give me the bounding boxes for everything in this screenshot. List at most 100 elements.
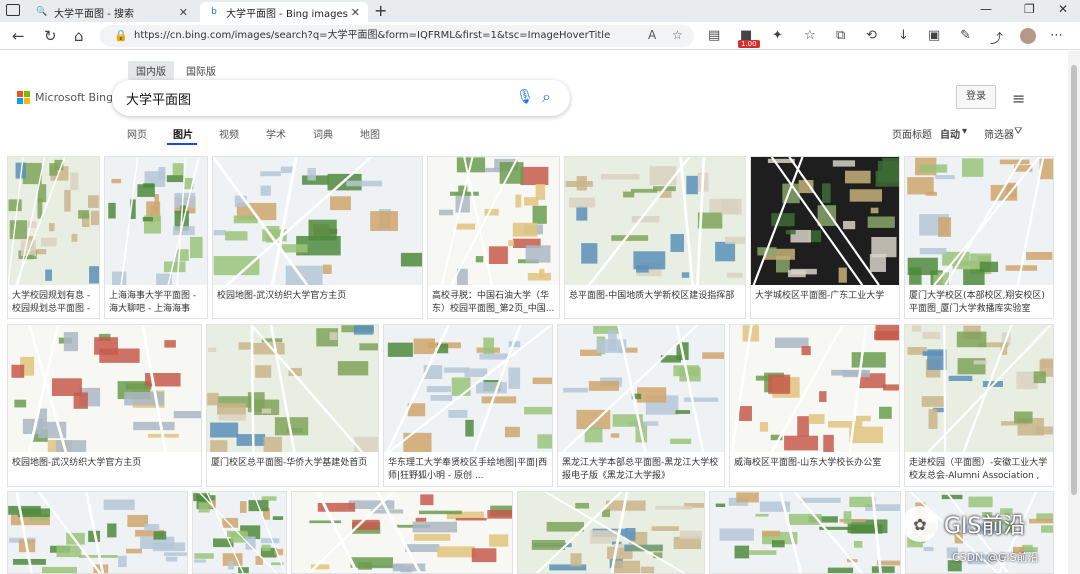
result-card[interactable]: 大学城校区平面图-广东工业大学 bbox=[750, 156, 900, 319]
tab-videos[interactable]: 视频 bbox=[219, 126, 239, 141]
new-tab-icon[interactable]: + bbox=[374, 1, 387, 20]
tab-maps[interactable]: 地图 bbox=[360, 126, 380, 141]
campus-map-thumbnail bbox=[292, 492, 512, 573]
chevron-down-icon[interactable]: ▾ bbox=[962, 126, 967, 137]
result-caption[interactable]: 总平面图-中国地质大学新校区建设指挥部 bbox=[569, 290, 741, 316]
result-thumbnail[interactable] bbox=[105, 157, 207, 285]
result-thumbnail[interactable] bbox=[710, 492, 900, 573]
tab-images[interactable]: 图片 bbox=[173, 126, 193, 141]
result-caption[interactable]: 校园地图-武汉纺织大学官方主页 bbox=[217, 290, 418, 316]
close-window-icon[interactable]: ✕ bbox=[1058, 2, 1068, 16]
avatar[interactable] bbox=[1020, 28, 1036, 44]
campus-map-thumbnail bbox=[558, 325, 724, 452]
search-input[interactable]: 大学平面图 bbox=[126, 89, 191, 108]
favorite-star-icon[interactable]: ☆ bbox=[672, 28, 683, 42]
result-thumbnail[interactable] bbox=[207, 325, 378, 452]
result-thumbnail[interactable] bbox=[8, 157, 99, 285]
result-card[interactable]: 上海海事大学平面图 - 海大聊吧 - 上海海事大... bbox=[104, 156, 208, 319]
result-caption[interactable]: 大学校园规划有息 - 校园规划总平面图 - ... bbox=[12, 290, 95, 316]
result-card[interactable]: 厦门校区总平面图-华侨大学基建处首页 bbox=[206, 324, 379, 487]
result-thumbnail[interactable] bbox=[751, 157, 899, 285]
result-caption[interactable]: 上海海事大学平面图 - 海大聊吧 - 上海海事大... bbox=[109, 290, 203, 316]
result-card[interactable]: 高校寻脱：中国石油大学（华东）校园平面图_第2页_中国... bbox=[427, 156, 560, 319]
more-icon[interactable]: ⋯ bbox=[1050, 28, 1063, 43]
result-thumbnail[interactable] bbox=[558, 325, 724, 452]
page-title-dropdown[interactable]: 自动 bbox=[940, 126, 960, 141]
tab-web[interactable]: 网页 bbox=[127, 126, 147, 141]
result-thumbnail[interactable] bbox=[213, 157, 422, 285]
search-icon: 🔍 bbox=[36, 7, 48, 17]
result-caption[interactable]: 黑龙江大学本部总平面图-黑龙江大学校报电子版《黑龙江大学报》 bbox=[562, 457, 720, 483]
favorites-icon[interactable]: ☆ bbox=[804, 28, 816, 43]
lock-icon[interactable]: 🔒 bbox=[114, 29, 128, 42]
result-caption[interactable]: 走进校园（平面图）-安徽工业大学校友总会-Alumni Association … bbox=[909, 457, 1049, 483]
result-thumbnail[interactable] bbox=[8, 325, 201, 452]
result-caption[interactable]: 厦门校区总平面图-华侨大学基建处首页 bbox=[211, 457, 374, 483]
browser-tab-bing-images[interactable]: b 大学平面图 - Bing images ✕ bbox=[200, 2, 368, 22]
result-thumbnail[interactable] bbox=[428, 157, 559, 285]
scrollbar-thumb[interactable] bbox=[1071, 65, 1077, 495]
home-icon[interactable]: ⌂ bbox=[74, 27, 84, 45]
result-thumbnail[interactable] bbox=[193, 492, 286, 573]
region-tab-cn[interactable]: 国内版 bbox=[128, 61, 174, 80]
minimize-icon[interactable]: — bbox=[980, 2, 992, 16]
result-card[interactable] bbox=[7, 491, 188, 574]
close-icon[interactable]: ✕ bbox=[179, 6, 188, 19]
result-thumbnail[interactable] bbox=[8, 492, 187, 573]
back-icon[interactable]: ← bbox=[12, 27, 25, 45]
result-thumbnail[interactable] bbox=[905, 325, 1053, 452]
result-thumbnail[interactable] bbox=[730, 325, 899, 452]
result-card[interactable]: 总平面图-中国地质大学新校区建设指挥部 bbox=[564, 156, 746, 319]
apps-icon[interactable]: ▣ bbox=[928, 28, 940, 43]
result-card[interactable] bbox=[192, 491, 287, 574]
result-caption[interactable]: 大学城校区平面图-广东工业大学 bbox=[755, 290, 895, 316]
result-card[interactable]: 黑龙江大学本部总平面图-黑龙江大学校报电子版《黑龙江大学报》 bbox=[557, 324, 725, 487]
split-screen-icon[interactable]: ▤ bbox=[708, 28, 720, 43]
result-caption[interactable]: 华东理工大学奉贤校区手绘地图|平面|西师|狂野狐小明 - 原创 ... bbox=[388, 457, 548, 483]
result-caption[interactable]: 厦门大学校区(本部校区,翔安校区)平面图_厦门大学救播库实验室 bbox=[909, 290, 1049, 316]
maximize-icon[interactable]: ❐ bbox=[1024, 2, 1035, 16]
result-thumbnail[interactable] bbox=[292, 492, 512, 573]
result-card[interactable] bbox=[517, 491, 705, 574]
result-card[interactable]: 校园地图-武汉纺织大学官方主页 bbox=[7, 324, 202, 487]
result-caption[interactable]: 校园地图-武汉纺织大学官方主页 bbox=[12, 457, 197, 483]
search-box[interactable]: 大学平面图 🎙 ⌕ bbox=[112, 80, 570, 116]
refresh-icon[interactable]: ↻ bbox=[44, 27, 57, 45]
search-icon[interactable]: ⌕ bbox=[542, 87, 551, 107]
result-card[interactable]: 校园地图-武汉纺织大学官方主页 bbox=[212, 156, 423, 319]
login-button[interactable]: 登录 bbox=[956, 85, 996, 109]
result-thumbnail[interactable] bbox=[384, 325, 552, 452]
result-card[interactable]: 威海校区平面图-山东大学校长办公室 bbox=[729, 324, 900, 487]
tab-academic[interactable]: 学术 bbox=[266, 126, 286, 141]
bing-logo[interactable]: Microsoft Bing bbox=[17, 91, 113, 104]
result-thumbnail[interactable] bbox=[518, 492, 704, 573]
microphone-icon[interactable]: 🎙 bbox=[516, 89, 534, 105]
result-card[interactable] bbox=[291, 491, 513, 574]
scrollbar[interactable] bbox=[1068, 51, 1080, 574]
share-icon[interactable]: ⤴ bbox=[990, 28, 1003, 47]
region-tab-intl[interactable]: 国际版 bbox=[178, 61, 224, 80]
tab-actions-icon[interactable] bbox=[6, 4, 20, 16]
collections-icon[interactable]: ⧉ bbox=[836, 28, 845, 43]
result-card[interactable] bbox=[709, 491, 901, 574]
hamburger-menu-icon[interactable]: ≡ bbox=[1012, 89, 1025, 108]
browser-tab-search[interactable]: 🔍 大学平面图 - 搜索 ✕ bbox=[28, 2, 196, 22]
filter-icon[interactable]: ⛛ bbox=[1014, 126, 1022, 137]
result-thumbnail[interactable] bbox=[565, 157, 745, 285]
edit-icon[interactable]: ✎ bbox=[960, 28, 971, 43]
result-caption[interactable]: 高校寻脱：中国石油大学（华东）校园平面图_第2页_中国... bbox=[432, 290, 555, 316]
history-icon[interactable]: ⟲ bbox=[866, 28, 877, 43]
download-icon[interactable]: ↓ bbox=[898, 28, 909, 43]
result-card[interactable]: 走进校园（平面图）-安徽工业大学校友总会-Alumni Association … bbox=[904, 324, 1054, 487]
result-thumbnail[interactable] bbox=[905, 157, 1053, 285]
puzzle-icon[interactable]: ✦ bbox=[772, 28, 783, 43]
result-card[interactable]: 大学校园规划有息 - 校园规划总平面图 - ... bbox=[7, 156, 100, 319]
filter-button[interactable]: 筛选器 bbox=[984, 126, 1014, 141]
result-card[interactable]: 厦门大学校区(本部校区,翔安校区)平面图_厦门大学救播库实验室 bbox=[904, 156, 1054, 319]
result-caption[interactable]: 威海校区平面图-山东大学校长办公室 bbox=[734, 457, 895, 483]
close-icon[interactable]: ✕ bbox=[351, 6, 360, 19]
read-aloud-icon[interactable]: A bbox=[648, 28, 656, 42]
tab-dictionary[interactable]: 词典 bbox=[313, 126, 333, 141]
url-field[interactable]: https://cn.bing.com/images/search?q=大学平面… bbox=[100, 25, 694, 47]
result-card[interactable]: 华东理工大学奉贤校区手绘地图|平面|西师|狂野狐小明 - 原创 ... bbox=[383, 324, 553, 487]
